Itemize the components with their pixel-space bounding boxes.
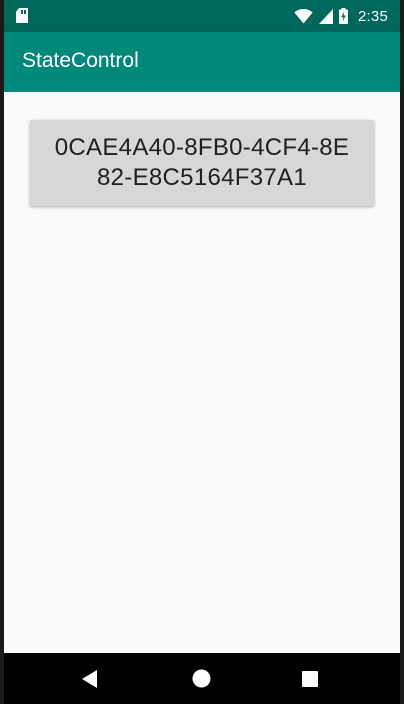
navigation-bar xyxy=(4,653,400,704)
battery-charging-icon xyxy=(339,8,348,24)
home-icon xyxy=(192,669,210,688)
home-button[interactable] xyxy=(171,653,231,704)
app-bar: StateControl xyxy=(4,32,400,92)
recents-button[interactable] xyxy=(280,653,340,704)
sd-card-icon xyxy=(16,8,30,24)
signal-icon xyxy=(319,8,333,24)
main-content: 0CAE4A40-8FB0-4CF4-8E82-E8C5164F37A1 xyxy=(4,92,400,653)
device-screen: 2:35 StateControl 0CAE4A40-8FB0-4CF4-8E8… xyxy=(4,0,400,704)
back-icon xyxy=(82,669,97,688)
back-button[interactable] xyxy=(60,653,120,704)
state-id-button-label: 0CAE4A40-8FB0-4CF4-8E82-E8C5164F37A1 xyxy=(54,134,350,191)
status-bar: 2:35 xyxy=(4,0,400,32)
status-icons: 2:35 xyxy=(294,6,388,26)
state-id-button[interactable]: 0CAE4A40-8FB0-4CF4-8E82-E8C5164F37A1 xyxy=(30,120,374,206)
wifi-icon xyxy=(294,8,313,23)
status-time: 2:35 xyxy=(358,7,388,25)
recents-icon xyxy=(302,670,318,687)
app-title: StateControl xyxy=(22,49,139,72)
